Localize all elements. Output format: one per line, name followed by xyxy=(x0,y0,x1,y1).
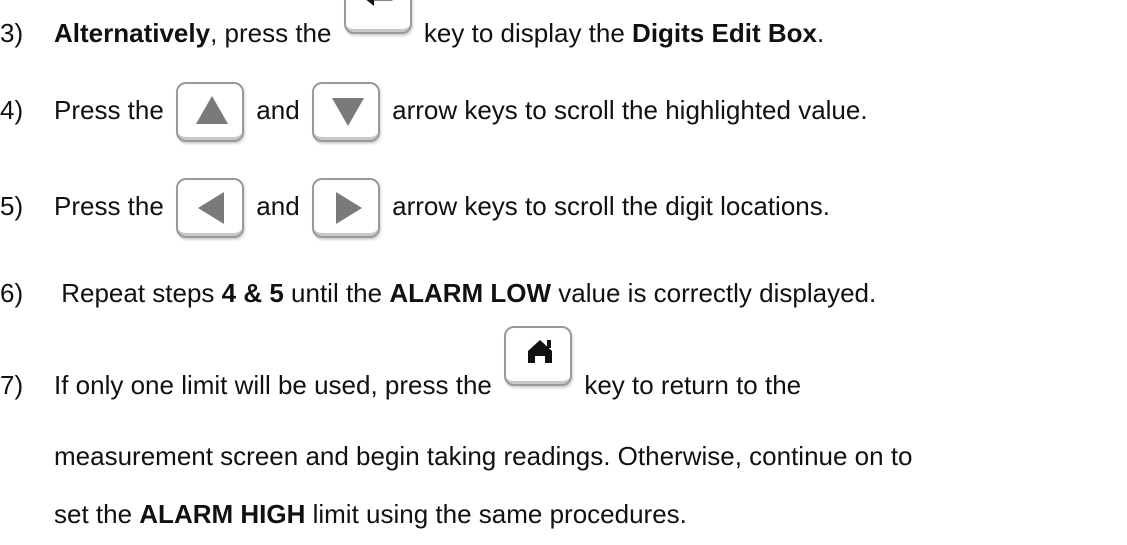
step-7: 7) If only one limit will be used, press … xyxy=(0,326,801,400)
step-4: 4) Press the and arrow keys to scroll the… xyxy=(0,82,868,142)
step-7-line-2: measurement screen and begin taking read… xyxy=(54,441,913,471)
step-7-line-3: set the ALARM HIGH limit using the same … xyxy=(54,499,687,529)
right-arrow-key-icon xyxy=(311,178,380,238)
step-number: 3) xyxy=(0,18,24,48)
left-arrow-key-icon xyxy=(176,178,245,238)
step-number: 6) xyxy=(0,278,24,308)
step-number: 7) xyxy=(0,370,24,400)
step-3-lead: Alternatively xyxy=(54,18,211,48)
enter-key-icon xyxy=(343,0,412,35)
step-6: 6) Repeat steps 4 & 5 until the ALARM LO… xyxy=(0,278,877,308)
up-arrow-key-icon xyxy=(176,82,245,142)
step-5: 5) Press the and arrow keys to scroll the… xyxy=(0,178,830,238)
step-number: 5) xyxy=(0,190,24,221)
home-key-icon xyxy=(504,326,573,387)
step-number: 4) xyxy=(0,94,24,125)
down-arrow-key-icon xyxy=(311,82,380,142)
step-3: 3) Alternatively, press the key to displa… xyxy=(0,0,824,48)
